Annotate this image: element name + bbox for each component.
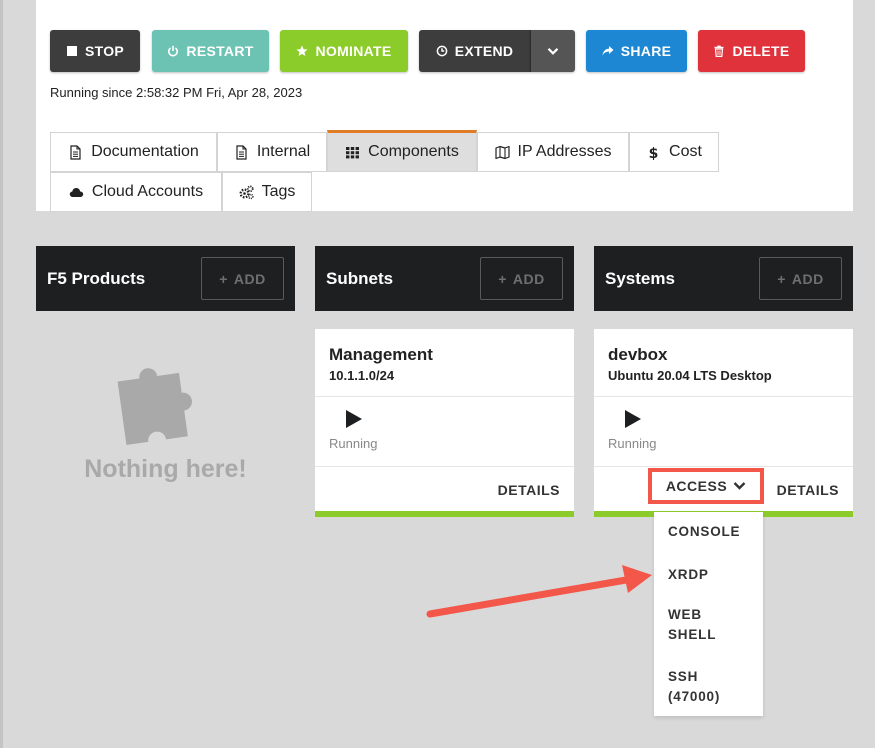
menu-item-console[interactable]: CONSOLE bbox=[668, 522, 740, 542]
tab-label: Tags bbox=[261, 183, 296, 200]
stop-icon bbox=[66, 46, 77, 56]
status-text: Running bbox=[608, 436, 657, 451]
running-since-text: Running since 2:58:32 PM Fri, Apr 28, 20… bbox=[50, 85, 303, 100]
menu-item-web-shell[interactable]: WEB SHELL bbox=[668, 605, 748, 645]
chevron-down-icon bbox=[733, 482, 746, 490]
extend-button[interactable]: EXTEND bbox=[419, 30, 530, 72]
system-card: devbox Ubuntu 20.04 LTS Desktop Running … bbox=[594, 329, 853, 517]
subnet-card: Management 10.1.1.0/24 Running DETAILS bbox=[315, 329, 574, 517]
delete-button[interactable]: DELETE bbox=[698, 30, 805, 72]
window-edge bbox=[0, 0, 3, 748]
add-label: ADD bbox=[512, 270, 545, 287]
details-button[interactable]: DETAILS bbox=[777, 482, 839, 498]
tab-cloud-accounts[interactable]: Cloud Accounts bbox=[50, 172, 222, 212]
column-title: Subnets bbox=[326, 268, 394, 288]
document-icon bbox=[70, 144, 81, 160]
dollar-icon: $ bbox=[649, 146, 659, 160]
divider bbox=[594, 466, 853, 467]
plus-icon: + bbox=[777, 270, 786, 287]
add-subnet-button[interactable]: + ADD bbox=[480, 257, 563, 300]
divider bbox=[315, 396, 574, 397]
menu-item-ssh[interactable]: SSH (47000) bbox=[668, 667, 748, 707]
details-button[interactable]: DETAILS bbox=[498, 482, 560, 498]
nominate-label: NOMINATE bbox=[315, 43, 392, 59]
access-button[interactable]: ACCESS bbox=[648, 468, 764, 504]
access-label: ACCESS bbox=[665, 478, 728, 494]
empty-state: Nothing here! bbox=[36, 335, 295, 484]
tab-tags[interactable]: Tags bbox=[222, 172, 312, 212]
restart-label: RESTART bbox=[186, 43, 254, 59]
divider bbox=[315, 466, 574, 467]
star-icon bbox=[296, 45, 308, 56]
map-icon bbox=[494, 145, 510, 159]
play-icon[interactable] bbox=[625, 410, 641, 428]
share-icon bbox=[602, 46, 614, 56]
status-text: Running bbox=[329, 436, 378, 451]
chevron-down-icon bbox=[547, 48, 559, 55]
add-f5-product-button[interactable]: + ADD bbox=[201, 257, 284, 300]
stop-button[interactable]: STOP bbox=[50, 30, 140, 72]
document-icon bbox=[236, 144, 247, 160]
puzzle-piece-icon bbox=[117, 368, 192, 445]
tab-cost[interactable]: $ Cost bbox=[629, 132, 719, 172]
extend-options-button[interactable] bbox=[530, 30, 575, 72]
menu-item-xrdp[interactable]: XRDP bbox=[668, 565, 709, 585]
subnets-header: Subnets + ADD bbox=[315, 246, 574, 311]
subnet-cidr: 10.1.1.0/24 bbox=[329, 368, 395, 383]
tab-documentation[interactable]: Documentation bbox=[50, 132, 217, 172]
tab-label: Cloud Accounts bbox=[91, 183, 204, 200]
share-button[interactable]: SHARE bbox=[586, 30, 687, 72]
add-label: ADD bbox=[233, 270, 266, 287]
subnet-name: Management bbox=[329, 345, 433, 364]
tab-ip-addresses[interactable]: IP Addresses bbox=[477, 132, 629, 172]
add-label: ADD bbox=[791, 270, 824, 287]
system-os: Ubuntu 20.04 LTS Desktop bbox=[608, 368, 772, 383]
column-title: Systems bbox=[605, 268, 675, 288]
grid-icon bbox=[346, 146, 360, 158]
system-name: devbox bbox=[608, 345, 668, 364]
column-title: F5 Products bbox=[47, 268, 146, 288]
plus-icon: + bbox=[219, 270, 228, 287]
divider bbox=[594, 396, 853, 397]
nominate-button[interactable]: NOMINATE bbox=[280, 30, 408, 72]
clock-icon bbox=[436, 45, 448, 57]
f5-products-header: F5 Products + ADD bbox=[36, 246, 295, 311]
svg-text:$: $ bbox=[649, 146, 659, 160]
empty-state-text: Nothing here! bbox=[84, 455, 247, 483]
add-system-button[interactable]: + ADD bbox=[759, 257, 842, 300]
plus-icon: + bbox=[498, 270, 507, 287]
tab-label: Cost bbox=[669, 143, 702, 160]
stop-label: STOP bbox=[84, 43, 125, 59]
power-icon bbox=[168, 45, 179, 57]
tab-internal[interactable]: Internal bbox=[217, 132, 327, 172]
trash-icon bbox=[714, 45, 724, 57]
tab-components[interactable]: Components bbox=[327, 130, 477, 172]
systems-header: Systems + ADD bbox=[594, 246, 853, 311]
share-label: SHARE bbox=[620, 43, 672, 59]
play-icon[interactable] bbox=[346, 410, 362, 428]
delete-label: DELETE bbox=[732, 43, 790, 59]
tab-label: Internal bbox=[256, 143, 311, 160]
tab-label: Components bbox=[368, 143, 459, 160]
access-dropdown-menu: CONSOLE XRDP WEB SHELL SSH (47000) bbox=[654, 512, 763, 716]
tab-label: IP Addresses bbox=[517, 143, 612, 160]
tab-label: Documentation bbox=[91, 143, 199, 160]
restart-button[interactable]: RESTART bbox=[152, 30, 269, 72]
cloud-icon bbox=[69, 187, 84, 197]
cogs-icon bbox=[239, 184, 254, 199]
extend-label: EXTEND bbox=[454, 43, 514, 59]
